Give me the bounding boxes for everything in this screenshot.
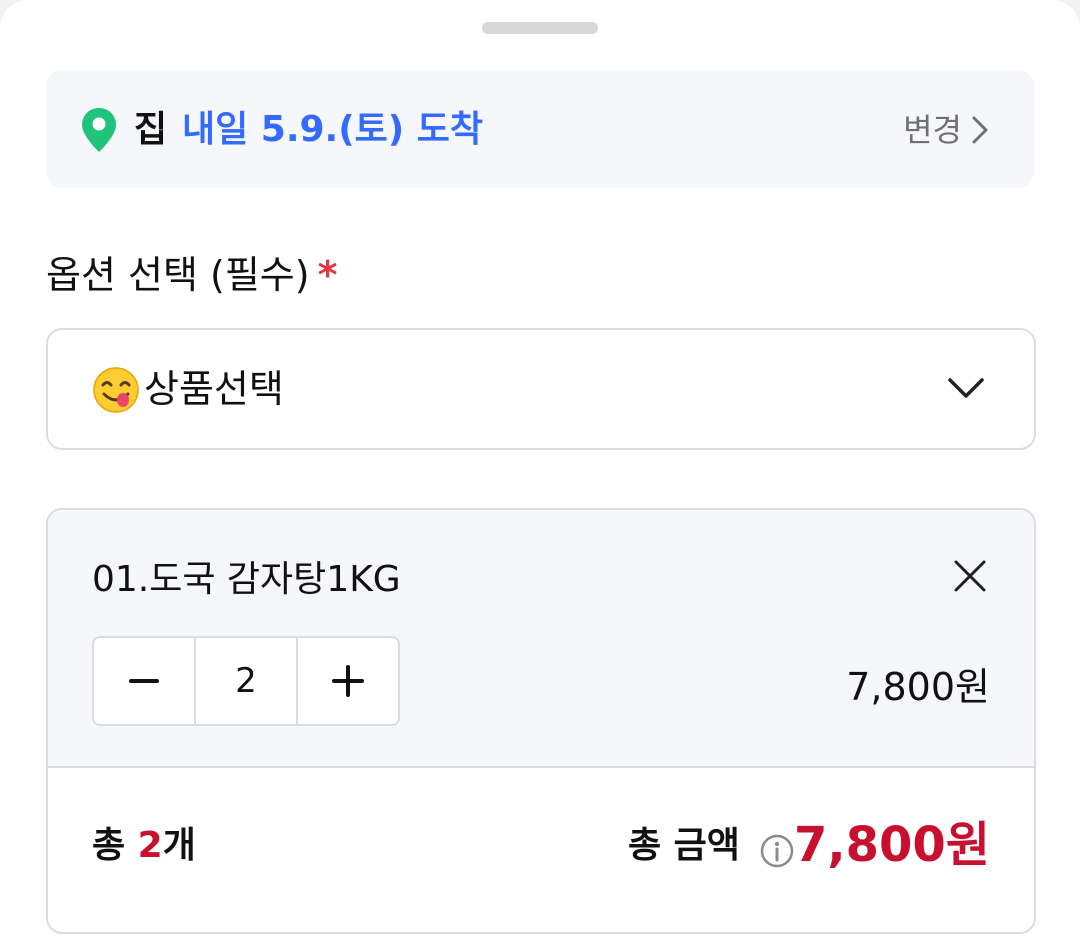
selected-option-card: 01.도국 감자탕1KG 2 7,800원 총 2개 총 금액 7,800원	[46, 508, 1036, 934]
select-placeholder: 상품선택	[144, 367, 284, 411]
plus-icon	[332, 665, 364, 697]
delivery-info-box: 집 내일 5.9.(토) 도착 변경	[46, 70, 1034, 188]
option-select-label: 옵션 선택 (필수) *	[46, 252, 337, 298]
info-icon[interactable]	[760, 834, 794, 868]
close-icon[interactable]	[952, 558, 988, 594]
selected-item-row: 01.도국 감자탕1KG 2 7,800원	[48, 510, 1034, 768]
bottom-sheet: 집 내일 5.9.(토) 도착 변경 옵션 선택 (필수) * 상품선택 01.도…	[0, 0, 1080, 951]
total-count: 총 2개	[92, 824, 196, 868]
delivery-date: 내일 5.9.(토) 도착	[182, 109, 484, 150]
total-count-suffix: 개	[162, 825, 196, 866]
chevron-down-icon	[948, 378, 984, 398]
total-amount: 7,800원	[794, 817, 990, 873]
minus-icon	[129, 679, 159, 683]
total-count-prefix: 총	[92, 825, 138, 866]
increase-quantity-button[interactable]	[298, 638, 398, 724]
chevron-right-icon	[972, 116, 988, 144]
change-label: 변경	[903, 111, 962, 149]
option-label-text: 옵션 선택 (필수)	[46, 253, 310, 297]
change-address-button[interactable]: 변경	[874, 70, 1034, 188]
item-price: 7,800원	[846, 665, 990, 709]
quantity-value[interactable]: 2	[194, 638, 298, 724]
item-name: 01.도국 감자탕1KG	[92, 559, 401, 600]
sheet-drag-handle[interactable]	[482, 22, 598, 34]
total-amount-label: 총 금액	[628, 825, 740, 866]
location-pin-icon	[82, 108, 116, 152]
product-select-dropdown[interactable]: 상품선택	[46, 328, 1036, 450]
decrease-quantity-button[interactable]	[94, 638, 194, 724]
savoring-face-emoji-icon	[93, 367, 139, 413]
total-count-number: 2	[137, 825, 163, 866]
quantity-stepper: 2	[92, 636, 400, 726]
required-mark: *	[317, 253, 338, 297]
delivery-place: 집	[134, 109, 168, 150]
